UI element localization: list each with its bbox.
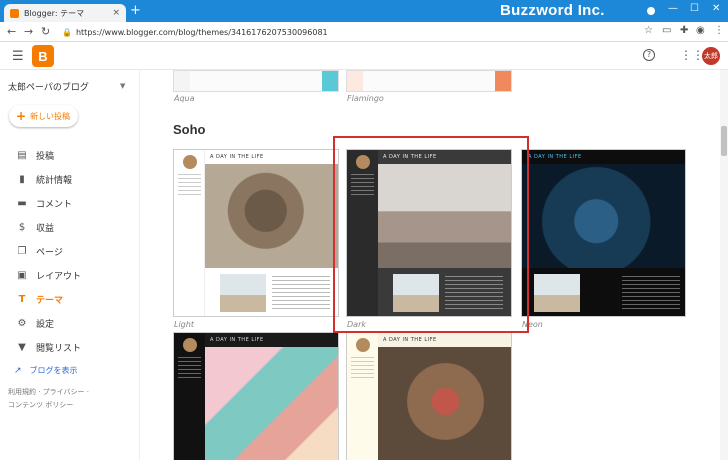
theme-caption-light: Light <box>174 320 194 329</box>
theme-card-soho-variant-4[interactable]: A DAY IN THE LIFE <box>173 332 339 460</box>
sidebar-item-reading-list[interactable]: ▼ 閲覧リスト <box>0 337 140 357</box>
browser-titlebar: Blogger: テーマ × + Buzzword Inc. — ☐ ✕ <box>0 0 728 22</box>
theme-card-soho-variant-5[interactable]: A DAY IN THE LIFE <box>346 332 512 460</box>
bookmark-icon: ▼ <box>18 341 26 353</box>
browser-menu-icon[interactable]: ⋮ <box>714 25 724 36</box>
back-icon[interactable]: ← <box>7 25 16 38</box>
theme-preview-image <box>205 347 338 460</box>
section-title: Soho <box>173 122 206 137</box>
sidebar-item-settings[interactable]: ⚙ 設定 <box>0 313 140 333</box>
extensions-icon[interactable]: ✚ <box>680 25 688 36</box>
new-post-label: 新しい投稿 <box>30 111 71 121</box>
avatar <box>356 338 370 352</box>
tab-close-icon[interactable]: × <box>112 8 120 18</box>
tab-title: Blogger: テーマ <box>24 8 85 18</box>
sidebar-item-posts[interactable]: ▤ 投稿 <box>0 145 140 165</box>
sidebar-item-comments[interactable]: ▬ コメント <box>0 193 140 213</box>
minimize-button[interactable]: — <box>668 3 678 14</box>
sidebar-item-label: 収益 <box>36 223 55 234</box>
avatar <box>183 155 197 169</box>
post-thumbnail <box>220 274 266 312</box>
dollar-icon: $ <box>18 221 26 233</box>
url-text: https://www.blogger.com/blog/themes/3416… <box>75 27 328 37</box>
sidebar-item-label: 統計情報 <box>36 175 73 186</box>
theme-icon: T <box>18 293 26 305</box>
theme-preview-image <box>378 347 511 460</box>
avatar <box>183 338 197 352</box>
url-field[interactable]: 🔒 https://www.blogger.com/blog/themes/34… <box>62 25 632 39</box>
post-thumbnail <box>534 274 580 312</box>
chevron-down-icon[interactable]: ▼ <box>120 82 125 90</box>
card-header: A DAY IN THE LIFE <box>383 337 437 343</box>
bookmark-star-icon[interactable]: ☆ <box>644 25 653 36</box>
maximize-button[interactable]: ☐ <box>690 3 699 14</box>
card-header: A DAY IN THE LIFE <box>210 154 264 160</box>
sidebar-item-layout[interactable]: ▣ レイアウト <box>0 265 140 285</box>
avatar[interactable]: 太郎 <box>702 47 720 65</box>
sidebar-item-label: コメント <box>36 199 73 210</box>
view-blog-link[interactable]: ↗ ブログを表示 <box>14 365 78 376</box>
stats-icon: ▮ <box>19 173 25 185</box>
theme-card-light[interactable]: A DAY IN THE LIFE <box>173 149 339 317</box>
lock-icon: 🔒 <box>62 27 72 37</box>
theme-card-neon[interactable]: A DAY IN THE LIFE <box>521 149 686 317</box>
sidebar-item-pages[interactable]: ❐ ページ <box>0 241 140 261</box>
theme-thumbnail-flamingo[interactable] <box>346 70 512 92</box>
sidebar-item-earnings[interactable]: $ 収益 <box>0 217 140 237</box>
sidebar-item-label: レイアウト <box>36 271 82 282</box>
cast-icon[interactable]: ▭ <box>662 25 671 36</box>
sidebar: 太郎ペーパのブログ ▼ + 新しい投稿 ▤ 投稿 ▮ 統計情報 ▬ コメント $… <box>0 70 140 460</box>
profile-dot-icon[interactable] <box>647 7 655 15</box>
sidebar-item-theme[interactable]: T テーマ <box>0 289 140 309</box>
help-icon[interactable]: ? <box>643 49 655 61</box>
comment-icon: ▬ <box>17 197 27 209</box>
gear-icon: ⚙ <box>17 317 27 329</box>
theme-caption-aqua: Aqua <box>174 94 195 103</box>
open-external-icon: ↗ <box>14 365 22 376</box>
card-header: A DAY IN THE LIFE <box>210 337 264 343</box>
account-icon[interactable]: ◉ <box>696 25 705 36</box>
blog-selector[interactable]: 太郎ペーパのブログ <box>8 80 89 93</box>
theme-preview-image <box>205 164 338 268</box>
sidebar-item-label: ページ <box>36 247 63 258</box>
view-blog-label: ブログを表示 <box>29 366 78 375</box>
theme-preview-image <box>522 164 685 268</box>
hamburger-menu-icon[interactable]: ☰ <box>12 49 24 64</box>
new-tab-button[interactable]: + <box>130 3 141 18</box>
selection-highlight <box>333 136 529 333</box>
reload-icon[interactable]: ↻ <box>41 25 50 38</box>
theme-caption-flamingo: Flamingo <box>347 94 384 103</box>
legal-links: 利用規約 · プライバシー · コンテンツ ポリシー <box>8 386 128 412</box>
layout-icon: ▣ <box>17 269 27 281</box>
theme-gallery: Aqua Flamingo Soho A DAY IN THE LIFE Lig… <box>141 70 720 460</box>
brand-watermark: Buzzword Inc. <box>500 2 605 19</box>
legal-line-1[interactable]: 利用規約 · プライバシー · <box>8 386 128 399</box>
sidebar-item-label: 閲覧リスト <box>36 343 82 354</box>
sidebar-item-label: 投稿 <box>36 151 55 162</box>
address-bar-row: ← → ↻ 🔒 https://www.blogger.com/blog/the… <box>0 22 728 42</box>
pages-icon: ❐ <box>17 245 27 257</box>
browser-tab[interactable]: Blogger: テーマ × <box>4 4 126 22</box>
scrollbar-thumb[interactable] <box>721 126 727 156</box>
theme-thumbnail-aqua[interactable] <box>173 70 339 92</box>
close-window-button[interactable]: ✕ <box>712 3 720 14</box>
plus-icon: + <box>16 109 27 123</box>
sidebar-item-label: 設定 <box>36 319 55 330</box>
card-header: A DAY IN THE LIFE <box>528 154 582 160</box>
forward-icon[interactable]: → <box>24 25 33 38</box>
sidebar-item-label: テーマ <box>36 295 64 306</box>
legal-line-2[interactable]: コンテンツ ポリシー <box>8 399 128 412</box>
posts-icon: ▤ <box>17 149 27 161</box>
new-post-button[interactable]: + 新しい投稿 <box>9 105 78 127</box>
blogger-favicon-icon <box>10 8 19 18</box>
blogger-logo[interactable]: B <box>32 45 54 67</box>
sidebar-item-stats[interactable]: ▮ 統計情報 <box>0 169 140 189</box>
app-header: ☰ B ? ⋮⋮⋮ 太郎 <box>0 42 728 70</box>
